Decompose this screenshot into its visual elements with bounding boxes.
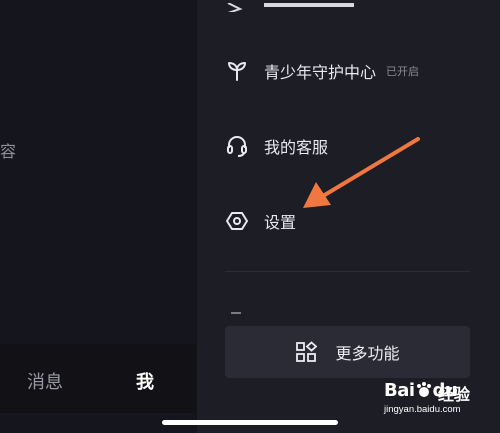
watermark-url: jingyan.baidu.com bbox=[384, 404, 461, 415]
partial-text: 容 bbox=[0, 142, 17, 161]
partial-menu-item[interactable] bbox=[226, 0, 366, 12]
more-features-button[interactable]: 更多功能 bbox=[225, 326, 470, 378]
hexagon-settings-icon bbox=[226, 210, 248, 232]
divider bbox=[225, 271, 470, 272]
partial-icon bbox=[231, 312, 241, 314]
menu-item-youth-protection[interactable]: 青少年守护中心 已开启 bbox=[226, 56, 419, 86]
home-indicator[interactable] bbox=[162, 420, 338, 425]
watermark-product: 经验 bbox=[438, 385, 471, 404]
paw-icon bbox=[416, 382, 431, 397]
grid-icon bbox=[295, 341, 318, 363]
menu-item-label: 青少年守护中心 bbox=[264, 63, 377, 82]
headset-icon bbox=[226, 135, 248, 157]
tab-me[interactable]: 我 bbox=[136, 368, 154, 394]
more-features-label: 更多功能 bbox=[335, 344, 400, 363]
baidu-watermark: Bai du 经验 jingyan.baidu.com bbox=[384, 380, 496, 428]
menu-item-label: 我的客服 bbox=[264, 138, 329, 157]
menu-item-label: 设置 bbox=[264, 213, 297, 232]
menu-item-customer-service[interactable]: 我的客服 bbox=[226, 131, 328, 161]
tab-messages[interactable]: 消息 bbox=[27, 368, 63, 394]
partial-item-icon bbox=[227, 2, 354, 12]
menu-item-settings[interactable]: 设置 bbox=[226, 206, 296, 236]
sprout-icon bbox=[226, 60, 248, 82]
status-badge: 已开启 bbox=[386, 65, 420, 78]
